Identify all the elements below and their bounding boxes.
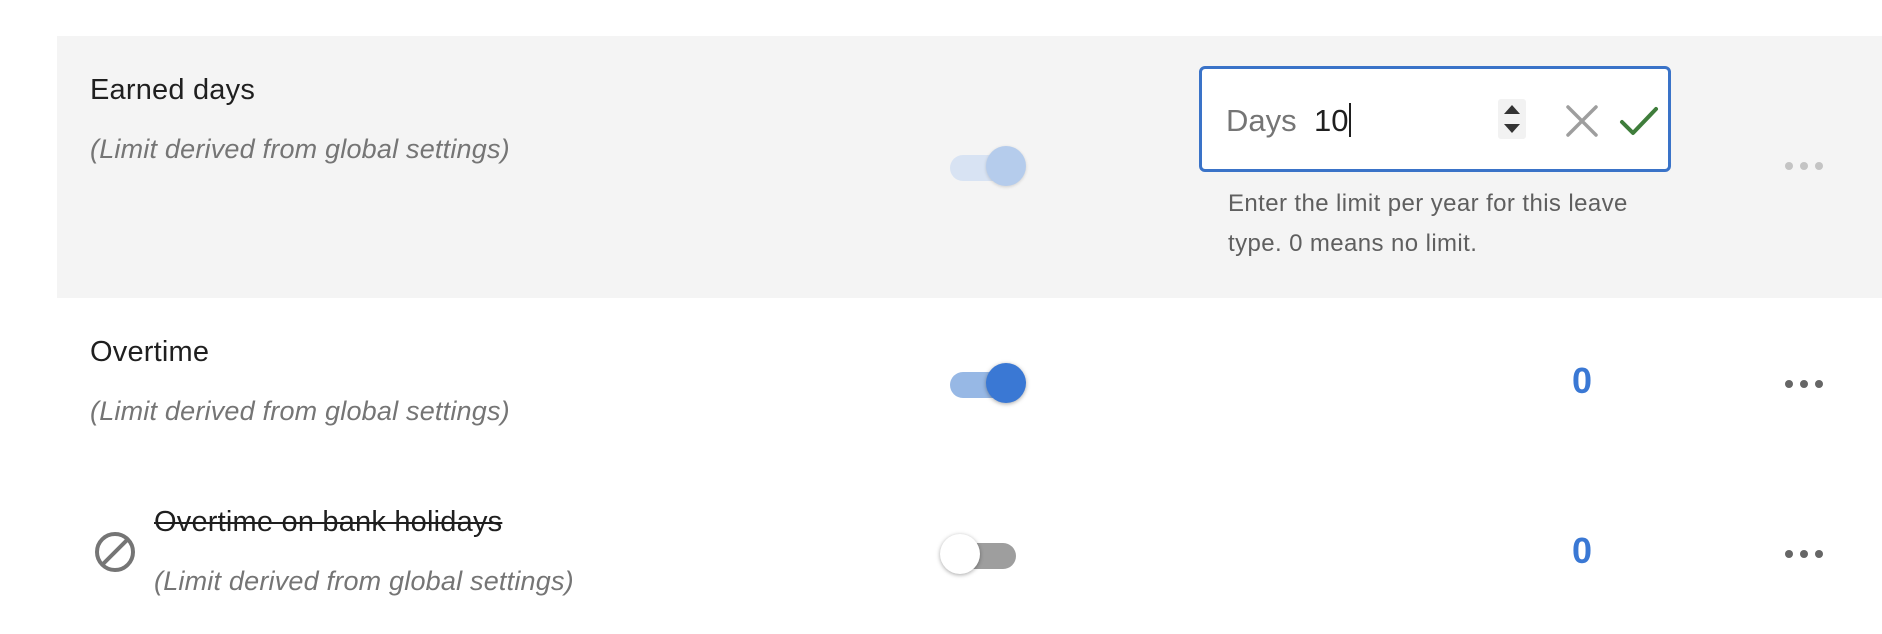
cancel-button[interactable]: [1562, 101, 1602, 141]
text-caret: [1349, 103, 1352, 137]
number-stepper[interactable]: [1498, 99, 1526, 139]
toggle-knob: [940, 534, 980, 574]
close-icon: [1566, 105, 1598, 137]
leave-type-toggle[interactable]: [946, 144, 1026, 188]
chevron-up-icon[interactable]: [1504, 105, 1520, 114]
leave-type-title: Overtime on bank holidays: [154, 506, 503, 538]
leave-type-subtitle: (Limit derived from global settings): [90, 396, 510, 426]
limit-editor: Days 10: [1199, 66, 1671, 172]
leave-type-title: Overtime: [90, 336, 210, 368]
more-horizontal-icon[interactable]: [1779, 374, 1829, 394]
leave-types-page: Earned days (Limit derived from global s…: [0, 0, 1882, 634]
leave-type-toggle[interactable]: [946, 361, 1026, 405]
chevron-down-icon[interactable]: [1504, 124, 1520, 133]
limit-value[interactable]: 0: [1532, 530, 1592, 572]
limit-prefix-label: Days: [1226, 103, 1297, 138]
leave-type-subtitle: (Limit derived from global settings): [90, 134, 510, 164]
toggle-knob: [986, 146, 1026, 186]
more-horizontal-icon[interactable]: [1779, 544, 1829, 564]
more-horizontal-icon[interactable]: [1779, 156, 1829, 176]
leave-type-row-overtime: Overtime (Limit derived from global sett…: [57, 298, 1882, 468]
blocked-icon: [95, 532, 135, 572]
limit-input-value: 10: [1314, 103, 1349, 138]
check-icon: [1620, 107, 1658, 135]
toggle-knob: [986, 363, 1026, 403]
leave-type-row-overtime-bank-holidays: Overtime on bank holidays (Limit derived…: [57, 468, 1882, 634]
limit-helper-text: Enter the limit per year for this leave …: [1228, 190, 1628, 257]
leave-type-title: Earned days: [90, 74, 256, 106]
leave-type-toggle[interactable]: [940, 532, 1020, 576]
leave-type-subtitle: (Limit derived from global settings): [154, 566, 574, 596]
limit-input[interactable]: 10: [1314, 103, 1352, 139]
confirm-button[interactable]: [1617, 101, 1661, 141]
limit-value[interactable]: 0: [1532, 360, 1592, 402]
leave-type-row-earned-days: Earned days (Limit derived from global s…: [57, 36, 1882, 298]
